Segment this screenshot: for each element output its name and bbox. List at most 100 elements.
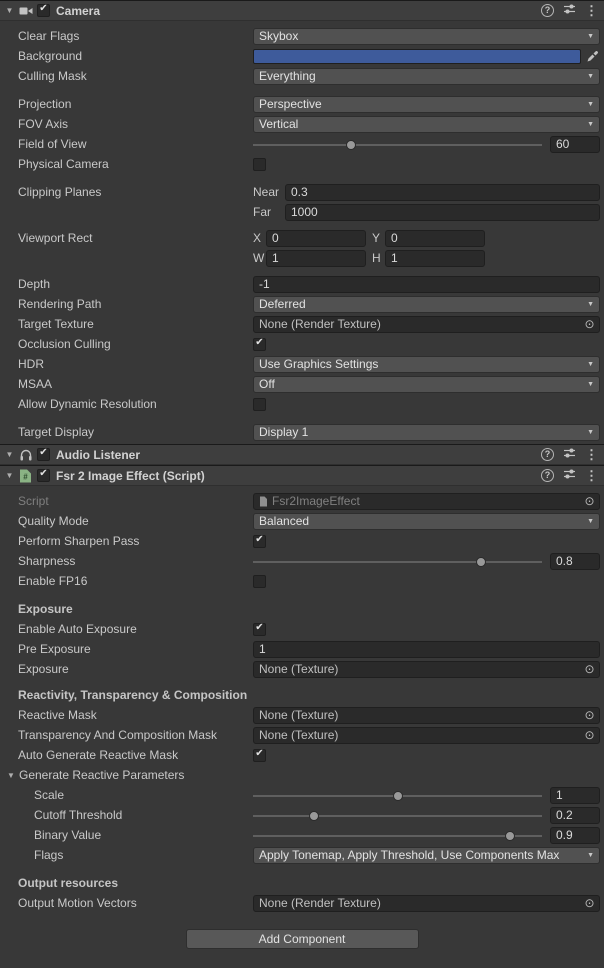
binary-value-slider[interactable] (253, 827, 542, 844)
slider-handle[interactable] (476, 557, 486, 567)
clipping-far-field[interactable]: 1000 (285, 204, 600, 221)
fsr2-enabled-checkbox[interactable] (37, 469, 50, 482)
property-label: MSAA (18, 377, 253, 391)
target-display-dropdown[interactable]: Display 1 ▼ (253, 424, 600, 441)
depth-field[interactable]: -1 (253, 276, 600, 293)
camera-enabled-checkbox[interactable] (37, 4, 50, 17)
viewport-x-field[interactable]: 0 (266, 230, 366, 247)
cutoff-threshold-value[interactable]: 0.2 (550, 807, 600, 824)
foldout-icon[interactable]: ▼ (2, 450, 17, 459)
camera-component-body: Clear Flags Skybox ▼ Background Culling … (0, 21, 604, 444)
x-label: X (253, 231, 266, 245)
generate-reactive-parameters-row[interactable]: ▼ Generate Reactive Parameters (0, 765, 604, 785)
presets-icon[interactable] (563, 3, 576, 18)
fsr2-component-header[interactable]: ▼ # Fsr 2 Image Effect (Script) ? ⋮ (0, 465, 604, 486)
camera-component-header[interactable]: ▼ Camera ? ⋮ (0, 0, 604, 21)
foldout-icon[interactable]: ▼ (2, 471, 17, 480)
scale-value[interactable]: 1 (550, 787, 600, 804)
reactive-mask-object-field[interactable]: None (Texture) ⊙ (253, 707, 600, 724)
allow-dynamic-resolution-checkbox[interactable] (253, 398, 266, 411)
audio-listener-component-header[interactable]: ▼ Audio Listener ? ⋮ (0, 444, 604, 465)
clipping-planes-near-row: Clipping Planes Near 0.3 (0, 182, 604, 202)
fov-axis-dropdown[interactable]: Vertical ▼ (253, 116, 600, 133)
foldout-icon[interactable]: ▼ (2, 6, 17, 15)
flags-dropdown[interactable]: Apply Tonemap, Apply Threshold, Use Comp… (253, 847, 600, 864)
background-color-field[interactable] (253, 49, 581, 64)
output-motion-vectors-object-field[interactable]: None (Render Texture) ⊙ (253, 895, 600, 912)
slider-handle[interactable] (346, 140, 356, 150)
object-picker-icon[interactable]: ⊙ (582, 662, 597, 677)
binary-value-row: Binary Value 0.9 (0, 825, 604, 845)
presets-icon[interactable] (563, 468, 576, 483)
viewport-w-field[interactable]: 1 (266, 250, 366, 267)
slider-handle[interactable] (505, 831, 515, 841)
binary-value-value[interactable]: 0.9 (550, 827, 600, 844)
object-picker-icon[interactable]: ⊙ (582, 708, 597, 723)
culling-mask-dropdown[interactable]: Everything ▼ (253, 68, 600, 85)
object-picker-icon[interactable]: ⊙ (582, 728, 597, 743)
eyedropper-icon[interactable] (584, 49, 600, 64)
rendering-path-dropdown[interactable]: Deferred ▼ (253, 296, 600, 313)
msaa-dropdown[interactable]: Off ▼ (253, 376, 600, 393)
viewport-y-field[interactable]: 0 (385, 230, 485, 247)
audio-listener-enabled-checkbox[interactable] (37, 448, 50, 461)
pre-exposure-field[interactable]: 1 (253, 641, 600, 658)
property-label: Quality Mode (18, 514, 253, 528)
dropdown-value: Everything (259, 69, 583, 83)
transparency-mask-object-field[interactable]: None (Texture) ⊙ (253, 727, 600, 744)
h-label: H (372, 251, 385, 265)
cutoff-threshold-slider[interactable] (253, 807, 542, 824)
exposure-row: Exposure None (Texture) ⊙ (0, 659, 604, 679)
viewport-h-field[interactable]: 1 (385, 250, 485, 267)
slider-handle[interactable] (309, 811, 319, 821)
physical-camera-checkbox[interactable] (253, 158, 266, 171)
script-object-field[interactable]: Fsr2ImageEffect ⊙ (253, 493, 600, 510)
slider-track[interactable] (253, 561, 542, 563)
enable-fp16-checkbox[interactable] (253, 575, 266, 588)
projection-dropdown[interactable]: Perspective ▼ (253, 96, 600, 113)
property-label: Auto Generate Reactive Mask (18, 748, 253, 762)
field-of-view-value[interactable]: 60 (550, 136, 600, 153)
target-texture-object-field[interactable]: None (Render Texture) ⊙ (253, 316, 600, 333)
slider-track[interactable] (253, 144, 542, 146)
component-title: Camera (56, 4, 100, 18)
property-label: Enable FP16 (18, 574, 253, 588)
add-component-button[interactable]: Add Component (186, 929, 419, 949)
auto-generate-reactive-mask-row: Auto Generate Reactive Mask (0, 745, 604, 765)
occlusion-culling-checkbox[interactable] (253, 338, 266, 351)
enable-auto-exposure-checkbox[interactable] (253, 623, 266, 636)
menu-icon[interactable]: ⋮ (585, 448, 598, 461)
slider-track[interactable] (253, 815, 542, 817)
hdr-dropdown[interactable]: Use Graphics Settings ▼ (253, 356, 600, 373)
slider-track[interactable] (253, 835, 542, 837)
help-icon[interactable]: ? (541, 448, 554, 461)
clipping-near-field[interactable]: 0.3 (285, 184, 600, 201)
object-picker-icon[interactable]: ⊙ (582, 317, 597, 332)
help-icon[interactable]: ? (541, 469, 554, 482)
property-label: Sharpness (18, 554, 253, 568)
property-label: Clipping Planes (18, 185, 253, 199)
perform-sharpen-pass-checkbox[interactable] (253, 535, 266, 548)
field-of-view-slider[interactable] (253, 136, 542, 153)
property-label: Generate Reactive Parameters (19, 768, 254, 782)
quality-mode-dropdown[interactable]: Balanced ▼ (253, 513, 600, 530)
sharpness-slider[interactable] (253, 553, 542, 570)
foldout-icon[interactable]: ▼ (7, 771, 19, 780)
slider-handle[interactable] (393, 791, 403, 801)
menu-icon[interactable]: ⋮ (585, 469, 598, 482)
clear-flags-dropdown[interactable]: Skybox ▼ (253, 28, 600, 45)
scale-slider[interactable] (253, 787, 542, 804)
help-icon[interactable]: ? (541, 4, 554, 17)
menu-icon[interactable]: ⋮ (585, 4, 598, 17)
property-label: Exposure (18, 662, 253, 676)
exposure-object-field[interactable]: None (Texture) ⊙ (253, 661, 600, 678)
presets-icon[interactable] (563, 447, 576, 462)
sharpness-value[interactable]: 0.8 (550, 553, 600, 570)
object-picker-icon[interactable]: ⊙ (582, 494, 597, 509)
property-label: Occlusion Culling (18, 337, 253, 351)
object-picker-icon[interactable]: ⊙ (582, 896, 597, 911)
property-label: Rendering Path (18, 297, 253, 311)
object-value: None (Texture) (259, 728, 582, 742)
chevron-down-icon: ▼ (587, 101, 594, 108)
auto-generate-reactive-mask-checkbox[interactable] (253, 749, 266, 762)
